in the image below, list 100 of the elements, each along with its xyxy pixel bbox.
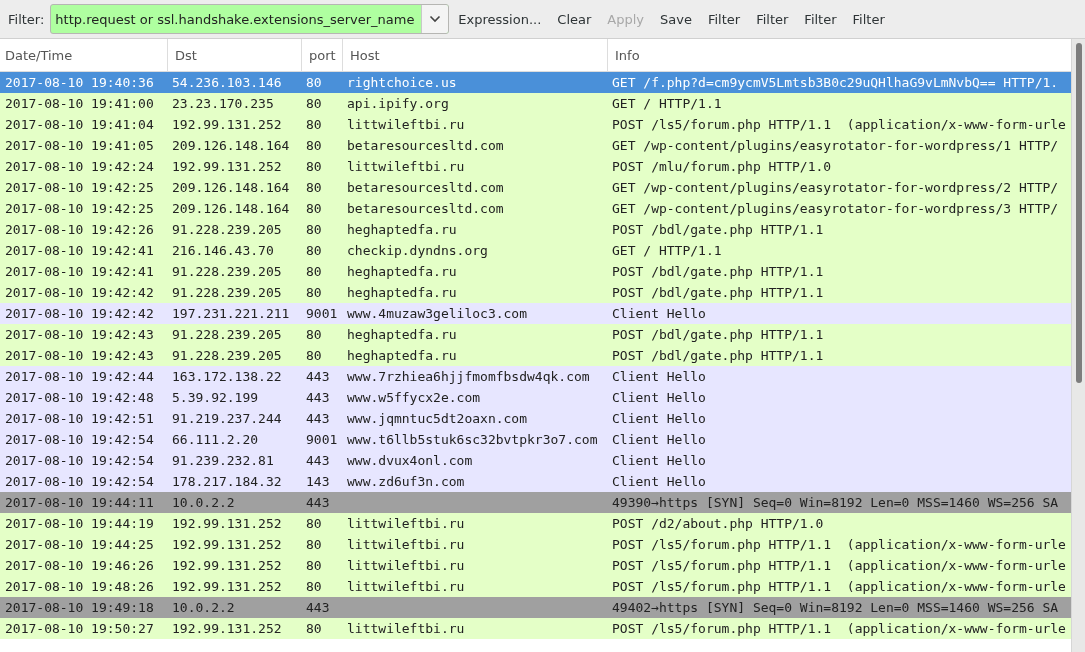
packet-row[interactable]: 2017-08-10 19:42:43 91.228.239.205 80 heghaptedfa.ru POST /bdl/gate.php HTTP/1.1: [0, 324, 1071, 345]
toolbar-button[interactable]: Filter: [845, 7, 892, 31]
table-cell: 443: [306, 453, 330, 468]
toolbar-button[interactable]: Save: [653, 7, 699, 31]
toolbar-button[interactable]: Clear: [550, 7, 599, 31]
packet-row[interactable]: 2017-08-10 19:42:54 91.239.232.81 443 www.dvux4onl.com Client Hello: [0, 450, 1071, 471]
table-cell: 443: [306, 369, 330, 384]
table-cell: POST /bdl/gate.php HTTP/1.1: [612, 222, 824, 237]
column-header[interactable]: Date/Time: [0, 39, 167, 71]
table-cell: 80: [306, 75, 322, 90]
packet-row[interactable]: 2017-08-10 19:41:04 192.99.131.252 80 littwileftbi.ru POST /ls5/forum.php HTTP/1.1 (application/x-www-form-urle: [0, 114, 1071, 135]
packet-row[interactable]: 2017-08-10 19:46:26 192.99.131.252 80 littwileftbi.ru POST /ls5/forum.php HTTP/1.1 (application/x-www-form-urle: [0, 555, 1071, 576]
table-cell: 80: [306, 579, 322, 594]
table-cell: 443: [306, 495, 330, 510]
packet-row[interactable]: 2017-08-10 19:42:41 91.228.239.205 80 heghaptedfa.ru POST /bdl/gate.php HTTP/1.1: [0, 261, 1071, 282]
packet-row[interactable]: 2017-08-10 19:42:44 163.172.138.22 443 www.7rzhiea6hjjfmomfbsdw4qk.com Client Hello: [0, 366, 1071, 387]
toolbar-button[interactable]: Filter: [700, 7, 748, 31]
column-header[interactable]: Dst: [167, 39, 301, 71]
packet-row[interactable]: 2017-08-10 19:42:42 91.228.239.205 80 heghaptedfa.ru POST /bdl/gate.php HTTP/1.1: [0, 282, 1071, 303]
packet-row[interactable]: 2017-08-10 19:48:26 192.99.131.252 80 littwileftbi.ru POST /ls5/forum.php HTTP/1.1 (application/x-www-form-urle: [0, 576, 1071, 597]
table-cell: 80: [306, 558, 322, 573]
packet-row[interactable]: 2017-08-10 19:42:42 197.231.221.211 9001 www.4muzaw3geliloc3.com Client Hello: [0, 303, 1071, 324]
table-cell: 49402→https [SYN] Seq=0 Win=8192 Len=0 MSS=1460 WS=256 SA: [612, 600, 1059, 615]
table-cell: 2017-08-10 19:40:36: [5, 75, 154, 90]
table-cell: 66.111.2.20: [172, 432, 259, 447]
packet-row[interactable]: 2017-08-10 19:44:19 192.99.131.252 80 littwileftbi.ru POST /d2/about.php HTTP/1.0: [0, 513, 1071, 534]
table-cell: betaresourcesltd.com: [347, 201, 504, 216]
scrollbar-thumb[interactable]: [1076, 43, 1082, 383]
toolbar-button[interactable]: Filter: [797, 7, 844, 31]
dropdown-button[interactable]: [421, 5, 449, 33]
table-cell: 91.228.239.205: [172, 222, 282, 237]
table-cell: GET /f.php?d=cm9ycmV5Lmtsb3B0c29uQHlhaG9vLmNvbQ== HTTP/1.: [612, 75, 1059, 90]
packet-row[interactable]: 2017-08-10 19:44:11 10.0.2.2 443 49390→https [SYN] Seq=0 Win=8192 Len=0 MSS=1460 WS=256 SA: [0, 492, 1071, 513]
table-cell: 91.219.237.244: [172, 411, 282, 426]
table-cell: 2017-08-10 19:44:19: [5, 516, 154, 531]
table-cell: 91.228.239.205: [172, 285, 282, 300]
table-cell: 2017-08-10 19:42:44: [5, 369, 154, 384]
table-cell: POST /ls5/forum.php HTTP/1.1 (application/x-www-form-urle: [612, 537, 1066, 552]
table-cell: 163.172.138.22: [172, 369, 282, 384]
table-cell: POST /mlu/forum.php HTTP/1.0: [612, 159, 832, 174]
table-cell: 80: [306, 516, 322, 531]
packet-row[interactable]: 2017-08-10 19:49:18 10.0.2.2 443 49402→https [SYN] Seq=0 Win=8192 Len=0 MSS=1460 WS=256 SA: [0, 597, 1071, 618]
filter-field[interactable]: http.request or ssl.handshake.extensions_server_name: [50, 4, 450, 34]
table-cell: 10.0.2.2: [172, 600, 235, 615]
table-cell: Client Hello: [612, 432, 706, 447]
table-cell: littwileftbi.ru: [347, 159, 465, 174]
table-cell: www.t6llb5stuk6sc32bvtpkr3o7.com: [347, 432, 598, 447]
filter-label: Filter:: [8, 11, 45, 27]
table-cell: betaresourcesltd.com: [347, 180, 504, 195]
table-cell: 143: [306, 474, 330, 489]
table-cell: POST /bdl/gate.php HTTP/1.1: [612, 285, 824, 300]
table-cell: 2017-08-10 19:41:00: [5, 96, 154, 111]
table-cell: www.jqmntuc5dt2oaxn.com: [347, 411, 527, 426]
packet-row[interactable]: 2017-08-10 19:41:00 23.23.170.235 80 api.ipify.org GET / HTTP/1.1: [0, 93, 1071, 114]
table-cell: 80: [306, 117, 322, 132]
chevron-down-icon: [429, 15, 442, 23]
packet-row[interactable]: 2017-08-10 19:42:54 178.217.184.32 143 www.zd6uf3n.com Client Hello: [0, 471, 1071, 492]
table-cell: 23.23.170.235: [172, 96, 274, 111]
table-cell: 49390→https [SYN] Seq=0 Win=8192 Len=0 MSS=1460 WS=256 SA: [612, 495, 1059, 510]
packet-row[interactable]: 2017-08-10 19:42:24 192.99.131.252 80 littwileftbi.ru POST /mlu/forum.php HTTP/1.0: [0, 156, 1071, 177]
table-cell: 2017-08-10 19:42:43: [5, 327, 154, 342]
table-cell: 80: [306, 285, 322, 300]
packet-row[interactable]: 2017-08-10 19:42:54 66.111.2.20 9001 www.t6llb5stuk6sc32bvtpkr3o7.com Client Hello: [0, 429, 1071, 450]
toolbar-button[interactable]: Filter: [749, 7, 796, 31]
table-cell: POST /d2/about.php HTTP/1.0: [612, 516, 824, 531]
packet-row[interactable]: 2017-08-10 19:42:43 91.228.239.205 80 heghaptedfa.ru POST /bdl/gate.php HTTP/1.1: [0, 345, 1071, 366]
table-cell: 2017-08-10 19:44:11: [5, 495, 154, 510]
table-cell: 2017-08-10 19:42:43: [5, 348, 154, 363]
column-header[interactable]: Host: [342, 39, 607, 71]
table-cell: 192.99.131.252: [172, 537, 282, 552]
table-cell: 80: [306, 201, 322, 216]
table-cell: littwileftbi.ru: [347, 558, 465, 573]
table-cell: POST /ls5/forum.php HTTP/1.1 (application/x-www-form-urle: [612, 558, 1066, 573]
packet-row[interactable]: 2017-08-10 19:42:25 209.126.148.164 80 betaresourcesltd.com GET /wp-content/plugins/easyrotator-for-wordpress/2 HTTP/: [0, 177, 1071, 198]
table-cell: 443: [306, 390, 330, 405]
column-header[interactable]: port: [301, 39, 342, 71]
table-cell: 216.146.43.70: [172, 243, 274, 258]
scrollbar[interactable]: [1071, 39, 1085, 652]
packet-row[interactable]: 2017-08-10 19:50:27 192.99.131.252 80 littwileftbi.ru POST /ls5/forum.php HTTP/1.1 (application/x-www-form-urle: [0, 618, 1071, 639]
packet-row[interactable]: 2017-08-10 19:44:25 192.99.131.252 80 littwileftbi.ru POST /ls5/forum.php HTTP/1.1 (application/x-www-form-urle: [0, 534, 1071, 555]
table-cell: heghaptedfa.ru: [347, 264, 457, 279]
table-cell: 80: [306, 159, 322, 174]
packet-row[interactable]: 2017-08-10 19:41:05 209.126.148.164 80 betaresourcesltd.com GET /wp-content/plugins/easyrotator-for-wordpress/1 HTTP/: [0, 135, 1071, 156]
table-cell: 80: [306, 180, 322, 195]
table-cell: 2017-08-10 19:42:25: [5, 180, 154, 195]
table-cell: 2017-08-10 19:42:42: [5, 285, 154, 300]
table-cell: GET / HTTP/1.1: [612, 243, 722, 258]
table-cell: 9001: [306, 306, 338, 321]
table-cell: 443: [306, 411, 330, 426]
packet-row[interactable]: 2017-08-10 19:42:48 5.39.92.199 443 www.w5ffycx2e.com Client Hello: [0, 387, 1071, 408]
packet-row[interactable]: 2017-08-10 19:42:51 91.219.237.244 443 www.jqmntuc5dt2oaxn.com Client Hello: [0, 408, 1071, 429]
table-cell: Client Hello: [612, 474, 706, 489]
table-cell: 91.228.239.205: [172, 348, 282, 363]
table-cell: POST /ls5/forum.php HTTP/1.1 (application/x-www-form-urle: [612, 117, 1066, 132]
packet-row[interactable]: 2017-08-10 19:42:26 91.228.239.205 80 heghaptedfa.ru POST /bdl/gate.php HTTP/1.1: [0, 219, 1071, 240]
packet-row[interactable]: 2017-08-10 19:42:25 209.126.148.164 80 betaresourcesltd.com GET /wp-content/plugins/easyrotator-for-wordpress/3 HTTP/: [0, 198, 1071, 219]
table-cell: checkip.dyndns.org: [347, 243, 488, 258]
packet-row[interactable]: 2017-08-10 19:42:41 216.146.43.70 80 checkip.dyndns.org GET / HTTP/1.1: [0, 240, 1071, 261]
toolbar-button[interactable]: Expression...: [451, 7, 549, 31]
table-cell: Client Hello: [612, 453, 706, 468]
